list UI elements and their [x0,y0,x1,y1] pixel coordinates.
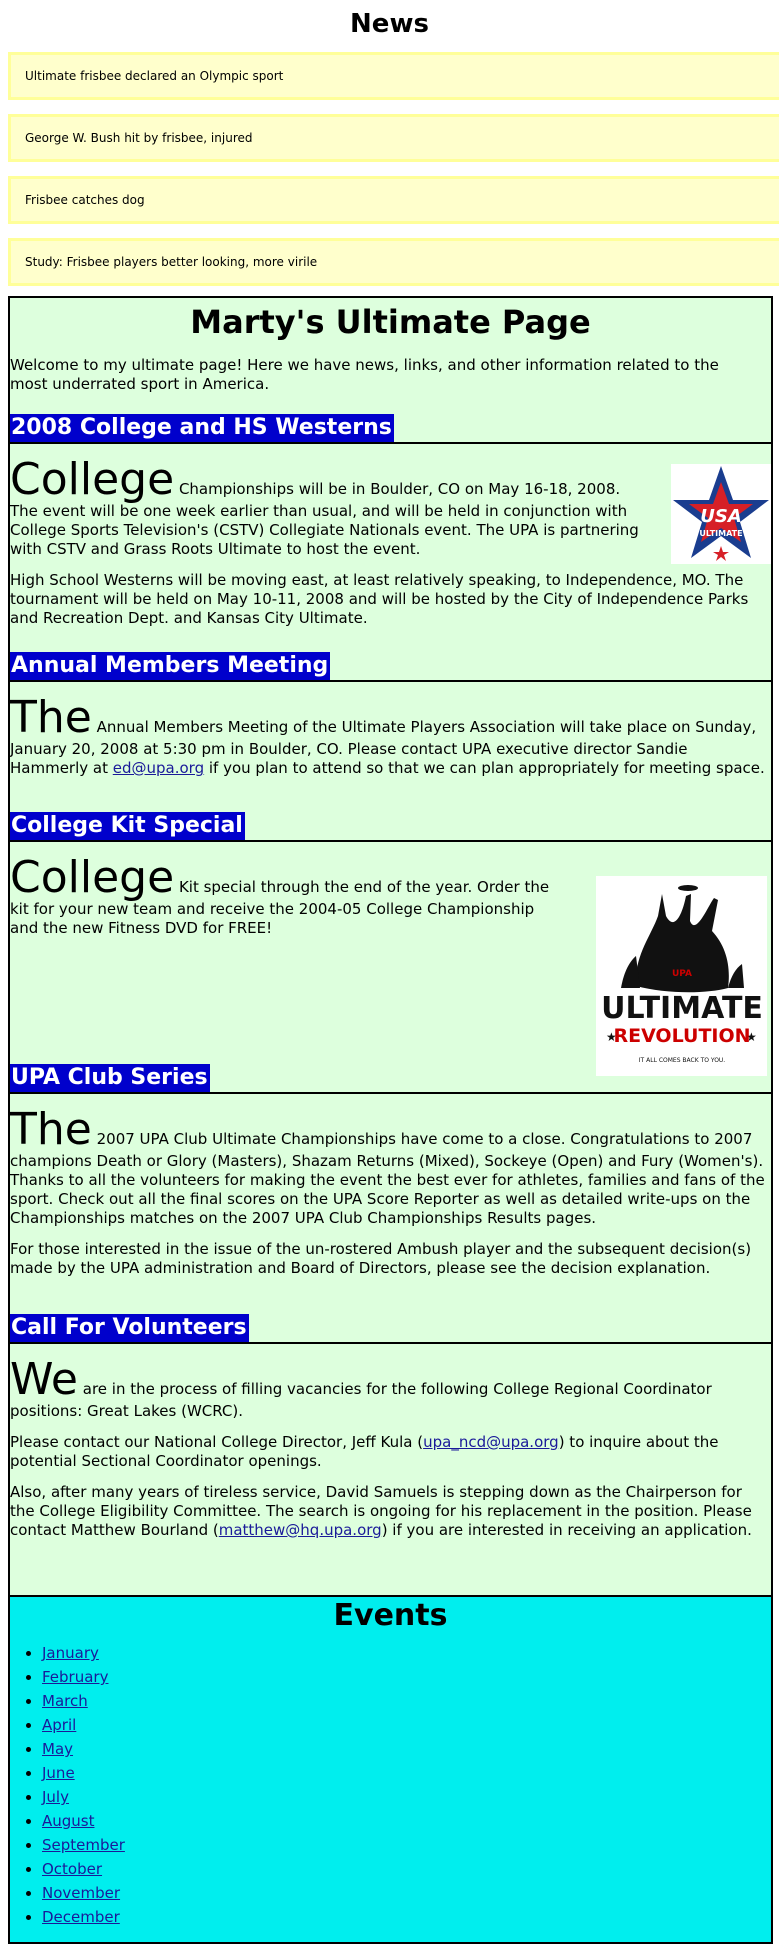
section-westerns: College Championships will be in Boulder… [10,458,771,640]
month-link-august[interactable]: August [42,1812,95,1830]
section-text: if you plan to attend so that we can pla… [204,759,765,777]
section-text: ) if you are interested in receiving an … [381,1521,752,1539]
image-title: ULTIMATE [601,991,763,1026]
section-heading: UPA Club Series [10,1064,771,1094]
month-link-march[interactable]: March [42,1692,88,1710]
section-text: are in the process of filling vacancies … [10,1380,712,1420]
month-link-january[interactable]: January [42,1644,99,1662]
dropcap: The [10,1104,92,1155]
month-item: August [42,1809,125,1833]
image-badge: UPA [672,969,692,979]
logo-text: ULTIMATE [699,529,742,538]
events-title: Events [333,1598,448,1633]
month-link-april[interactable]: April [42,1716,76,1734]
month-link-july[interactable]: July [42,1788,69,1806]
section-text: 2007 UPA Club Ultimate Championships hav… [10,1130,765,1227]
month-link-october[interactable]: October [42,1860,102,1878]
section-volunteers: We are in the process of filling vacanci… [10,1358,771,1552]
month-link-december[interactable]: December [42,1908,120,1926]
month-item: November [42,1881,125,1905]
month-link-june[interactable]: June [42,1764,75,1782]
section-heading: 2008 College and HS Westerns [10,414,771,444]
month-list: January February March April May June Ju… [10,1641,125,1929]
month-item: February [42,1665,125,1689]
section-heading-label: Call For Volunteers [10,1314,249,1342]
events-panel: Events January February March April May … [8,1595,773,1944]
month-item: January [42,1641,125,1665]
page-title: Marty's Ultimate Page [190,303,591,341]
email-link[interactable]: matthew@hq.upa.org [219,1521,382,1539]
email-link[interactable]: ed@upa.org [113,759,204,777]
month-item: March [42,1689,125,1713]
section-heading-label: College Kit Special [10,812,245,840]
month-item: June [42,1761,125,1785]
image-tagline: IT ALL COMES BACK TO YOU. [639,1057,726,1064]
section-heading: Annual Members Meeting [10,652,771,682]
news-item: Ultimate frisbee declared an Olympic spo… [8,52,779,100]
month-link-september[interactable]: September [42,1836,125,1854]
dropcap: We [10,1354,78,1405]
section-text: High School Westerns will be moving east… [10,571,749,627]
ultimate-revolution-image: UPA ULTIMATE ★ ★ REVOLUTION IT ALL COMES… [596,876,767,1076]
usa-ultimate-logo: USA ULTIMATE [671,464,771,564]
news-item: George W. Bush hit by frisbee, injured [8,114,779,162]
section-text: For those interested in the issue of the… [10,1240,752,1277]
news-panel: News Ultimate frisbee declared an Olympi… [0,0,779,286]
month-item: September [42,1833,125,1857]
month-item: July [42,1785,125,1809]
logo-text: USA [700,506,742,527]
image-subtitle: REVOLUTION [613,1025,750,1047]
dropcap: College [10,852,175,903]
month-item: May [42,1737,125,1761]
month-item: October [42,1857,125,1881]
month-item: April [42,1713,125,1737]
email-link[interactable]: upa_ncd@upa.org [423,1433,559,1451]
month-link-november[interactable]: November [42,1884,120,1902]
main-content: Marty's Ultimate Page Welcome to my ulti… [8,296,773,1599]
intro-text: Welcome to my ultimate page! Here we hav… [10,356,719,393]
news-item: Frisbee catches dog [8,176,779,224]
month-link-february[interactable]: February [42,1668,108,1686]
section-heading-label: 2008 College and HS Westerns [10,414,394,442]
section-heading: Call For Volunteers [10,1314,771,1344]
section-text: Please contact our National College Dire… [10,1433,424,1451]
section-heading-label: Annual Members Meeting [10,652,331,680]
month-link-may[interactable]: May [42,1740,73,1758]
section-members-meeting: The Annual Members Meeting of the Ultima… [10,696,771,790]
news-item: Study: Frisbee players better looking, m… [8,238,779,286]
news-title: News [350,9,429,39]
month-item: December [42,1905,125,1929]
section-heading-label: UPA Club Series [10,1064,210,1092]
section-club-series: The 2007 UPA Club Ultimate Championships… [10,1108,771,1290]
section-heading: College Kit Special [10,812,771,842]
dropcap: The [10,692,92,743]
dropcap: College [10,454,175,505]
